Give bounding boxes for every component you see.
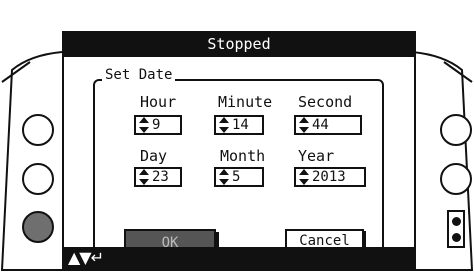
- minute-value: 14: [232, 117, 249, 133]
- right-button-top[interactable]: [440, 114, 472, 146]
- spinner-icon[interactable]: [138, 116, 150, 134]
- status-title: Stopped: [62, 31, 416, 57]
- year-value: 2013: [312, 169, 346, 185]
- set-date-legend: Set Date: [102, 67, 176, 83]
- minute-label: Minute: [218, 93, 273, 111]
- second-label: Second: [298, 93, 353, 111]
- month-label: Month: [220, 147, 266, 165]
- second-value: 44: [312, 117, 329, 133]
- spinner-icon[interactable]: [298, 168, 310, 186]
- hour-value: 9: [152, 117, 161, 133]
- day-value: 23: [152, 169, 169, 185]
- hour-spinner[interactable]: 9: [134, 115, 182, 135]
- status-indicator: [447, 210, 465, 248]
- second-spinner[interactable]: 44: [294, 115, 362, 135]
- day-label: Day: [140, 147, 168, 165]
- nav-arrows-enter-icon: ▲▼↵: [68, 248, 104, 267]
- navigation-bar: [62, 247, 416, 269]
- right-button-middle[interactable]: [440, 163, 472, 195]
- spinner-icon[interactable]: [138, 168, 150, 186]
- indicator-dot-top: [452, 217, 461, 226]
- spinner-icon[interactable]: [218, 168, 230, 186]
- year-spinner[interactable]: 2013: [294, 167, 366, 187]
- month-value: 5: [232, 169, 241, 185]
- spinner-icon[interactable]: [218, 116, 230, 134]
- left-button-bottom[interactable]: [22, 211, 54, 243]
- left-button-top[interactable]: [22, 114, 54, 146]
- day-spinner[interactable]: 23: [134, 167, 182, 187]
- spinner-icon[interactable]: [298, 116, 310, 134]
- minute-spinner[interactable]: 14: [214, 115, 264, 135]
- hour-label: Hour: [140, 93, 177, 111]
- month-spinner[interactable]: 5: [214, 167, 264, 187]
- indicator-dot-bottom: [452, 233, 461, 242]
- left-button-middle[interactable]: [22, 163, 54, 195]
- year-label: Year: [298, 147, 335, 165]
